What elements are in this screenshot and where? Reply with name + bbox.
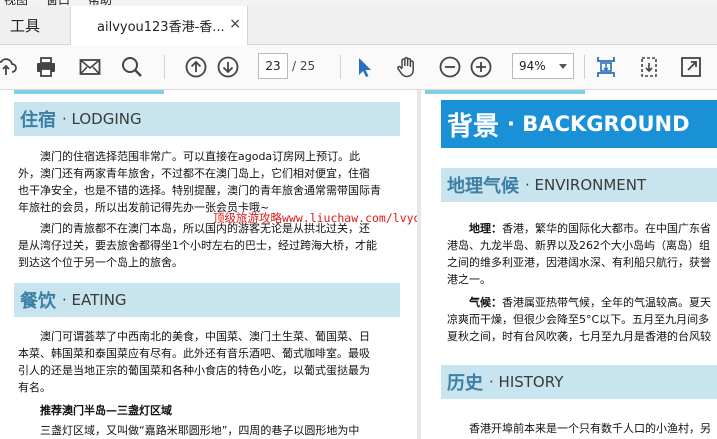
toolbar [0,45,717,90]
header-decoration [425,90,585,94]
text-line: 有名。 [18,381,51,394]
section-header-environment: 地理气候 · ENVIRONMENT [441,168,717,202]
minus-circle-icon [439,56,461,78]
text-line: 也干净安全，也是不错的选择。特别提醒，澳门的青年旅舍通常需带国际青 [18,184,381,197]
section-header-history: 历史 · HISTORY [441,365,717,399]
text-line: 港岛、九龙半岛、新界以及262个大小岛屿（离岛）组 [447,239,710,252]
previous-page-button[interactable] [182,53,210,81]
banner-title-en: · BACKGROUND [507,112,690,136]
text-line: 夏秋之间，时有台风吹袭，七月至九月是香港的台风较 [447,330,711,343]
paragraph-lodging-1: 澳门的住宿选择范围非常广。可以直接在agoda订房网上预订。此 外，澳门还有两家… [18,148,403,216]
text-line: 香港，繁华的国际化大都市。在中国广东省 [502,222,711,235]
tab-tools[interactable]: 工具 [0,6,68,44]
toolbar-divider [164,55,165,79]
upload-icon [0,58,17,75]
text-line: 香港属亚热带气候，全年的气温较高。夏天 [502,296,711,309]
page-total: / 25 [292,59,316,73]
text-line: 澳门的住宿选择范围非常广。可以直接在agoda订房网上预订。此 [40,150,361,163]
hand-tool-button[interactable] [392,53,420,81]
envelope-icon [79,59,101,75]
document-area[interactable]: 住宿 · LODGING 澳门的住宿选择范围非常广。可以直接在agoda订房网上… [0,90,717,439]
text-line: 港之一。 [447,273,491,286]
paragraph-climate: 气候：香港属亚热带气候，全年的气温较高。夏天 凉爽而干燥，但很少会降至5°C以下… [447,294,717,345]
text-line: 澳门可谓荟萃了中西南北的美食，中国菜、澳门土生菜、葡国菜、日 [40,330,370,343]
zoom-in-button[interactable] [467,53,495,81]
tab-document-label: ailvyou123香港-香... [97,20,225,35]
text-line: 本菜、韩国菜和泰国菜应有尽有。此外还有音乐酒吧、葡式咖啡室。最吸 [18,347,370,360]
page-number-input[interactable]: 23 [258,53,288,79]
tab-tools-label: 工具 [10,16,41,35]
full-screen-button[interactable] [677,53,705,81]
text-line: 引人的还是当地正宗的葡国菜和各种小食店的特色小吃，以葡式蛋挞最为 [18,364,370,377]
pdf-page-left: 住宿 · LODGING 澳门的住宿选择范围非常广。可以直接在agoda订房网上… [0,90,417,439]
text-line: 凉爽而干燥，但很少会降至5°C以下。五月至九月间多 [447,313,710,326]
toolbar-divider [340,55,341,79]
section-title-zh: 地理气候 [447,176,519,197]
printer-icon [37,57,55,77]
section-title-en: · HISTORY [489,373,564,391]
paragraph-eating-1: 澳门可谓荟萃了中西南北的美食，中国菜、澳门土生菜、葡国菜、日 本菜、韩国菜和泰国… [18,328,403,396]
climate-label: 气候： [469,296,502,309]
zoom-out-button[interactable] [436,53,464,81]
cursor-arrow-icon [359,58,371,77]
fit-page-icon [597,57,615,77]
paragraph-history: 香港开埠前本来是一个只有数千人口的小渔村，另 [469,422,711,435]
arrow-up-circle-icon [185,56,207,78]
section-title-zh: 餐饮 [20,291,56,312]
text-line: 是从湾仔过关，要去旅舍都得坐1个小时左右的巴士，经过跨海大桥，才能 [18,239,377,252]
expand-icon [681,57,701,77]
upload-button[interactable] [0,53,20,81]
banner-background: 背景 · BACKGROUND [441,100,717,148]
pdf-page-right: 背景 · BACKGROUND 地理气候 · ENVIRONMENT 地理：香港… [421,90,717,439]
subheading-recommendation: 推荐澳门半岛—三盏灯区域 [40,404,172,417]
paragraph-lodging-2: 澳门的青旅都不在澳门本岛，所以国内的游客无论是从拱北过关，还 是从湾仔过关，要去… [18,220,403,271]
plus-circle-icon [470,56,492,78]
geography-label: 地理： [469,222,502,235]
tab-bar: 工具 ailvyou123香港-香... × [0,6,717,45]
section-title-en: · ENVIRONMENT [525,176,647,194]
section-header-eating: 餐饮 · EATING [14,283,400,317]
text-line: 外，澳门还有两家青年旅舍，不过都不在澳门岛上，它们相对便宜，住宿 [18,167,370,180]
search-icon [122,57,142,77]
header-decoration [14,90,164,94]
section-title-en: · EATING [62,291,127,309]
section-header-lodging: 住宿 · LODGING [14,102,400,136]
select-tool-button[interactable] [350,53,378,81]
rotate-page-button[interactable] [635,53,663,81]
hand-icon [397,56,414,78]
zoom-select[interactable]: 94% [512,53,574,79]
arrow-down-circle-icon [217,56,239,78]
close-tab-icon[interactable]: × [229,16,241,32]
fit-page-button[interactable] [592,53,620,81]
section-title-zh: 历史 [447,373,483,394]
tab-document[interactable]: ailvyou123香港-香... × [70,6,248,45]
watermark-link[interactable]: 顶级旅游攻略www.liuchaw.com/lvyou/ailvyou [213,210,417,226]
zoom-value: 94% [519,59,546,73]
chevron-down-icon [559,64,567,69]
section-title-zh: 住宿 [20,110,56,131]
banner-title-zh: 背景 [447,111,500,142]
paragraph-geography: 地理：香港，繁华的国际化大都市。在中国广东省 港岛、九龙半岛、新界以及262个大… [447,220,717,288]
rotate-page-icon [641,57,657,77]
section-title-en: · LODGING [62,110,142,128]
search-button[interactable] [118,53,146,81]
paragraph-eating-2: 三盏灯区域，又叫做“嘉路米耶圆形地”，四周的巷子以圆形地为中 [40,424,360,437]
text-line: 到达这个位于另一个岛上的旅舍。 [18,256,183,269]
toolbar-divider [584,55,585,79]
email-button[interactable] [76,53,104,81]
print-button[interactable] [32,53,60,81]
text-line: 之间的维多利亚港，因港阔水深、有利船只航行，获誉 [447,256,711,269]
next-page-button[interactable] [214,53,242,81]
